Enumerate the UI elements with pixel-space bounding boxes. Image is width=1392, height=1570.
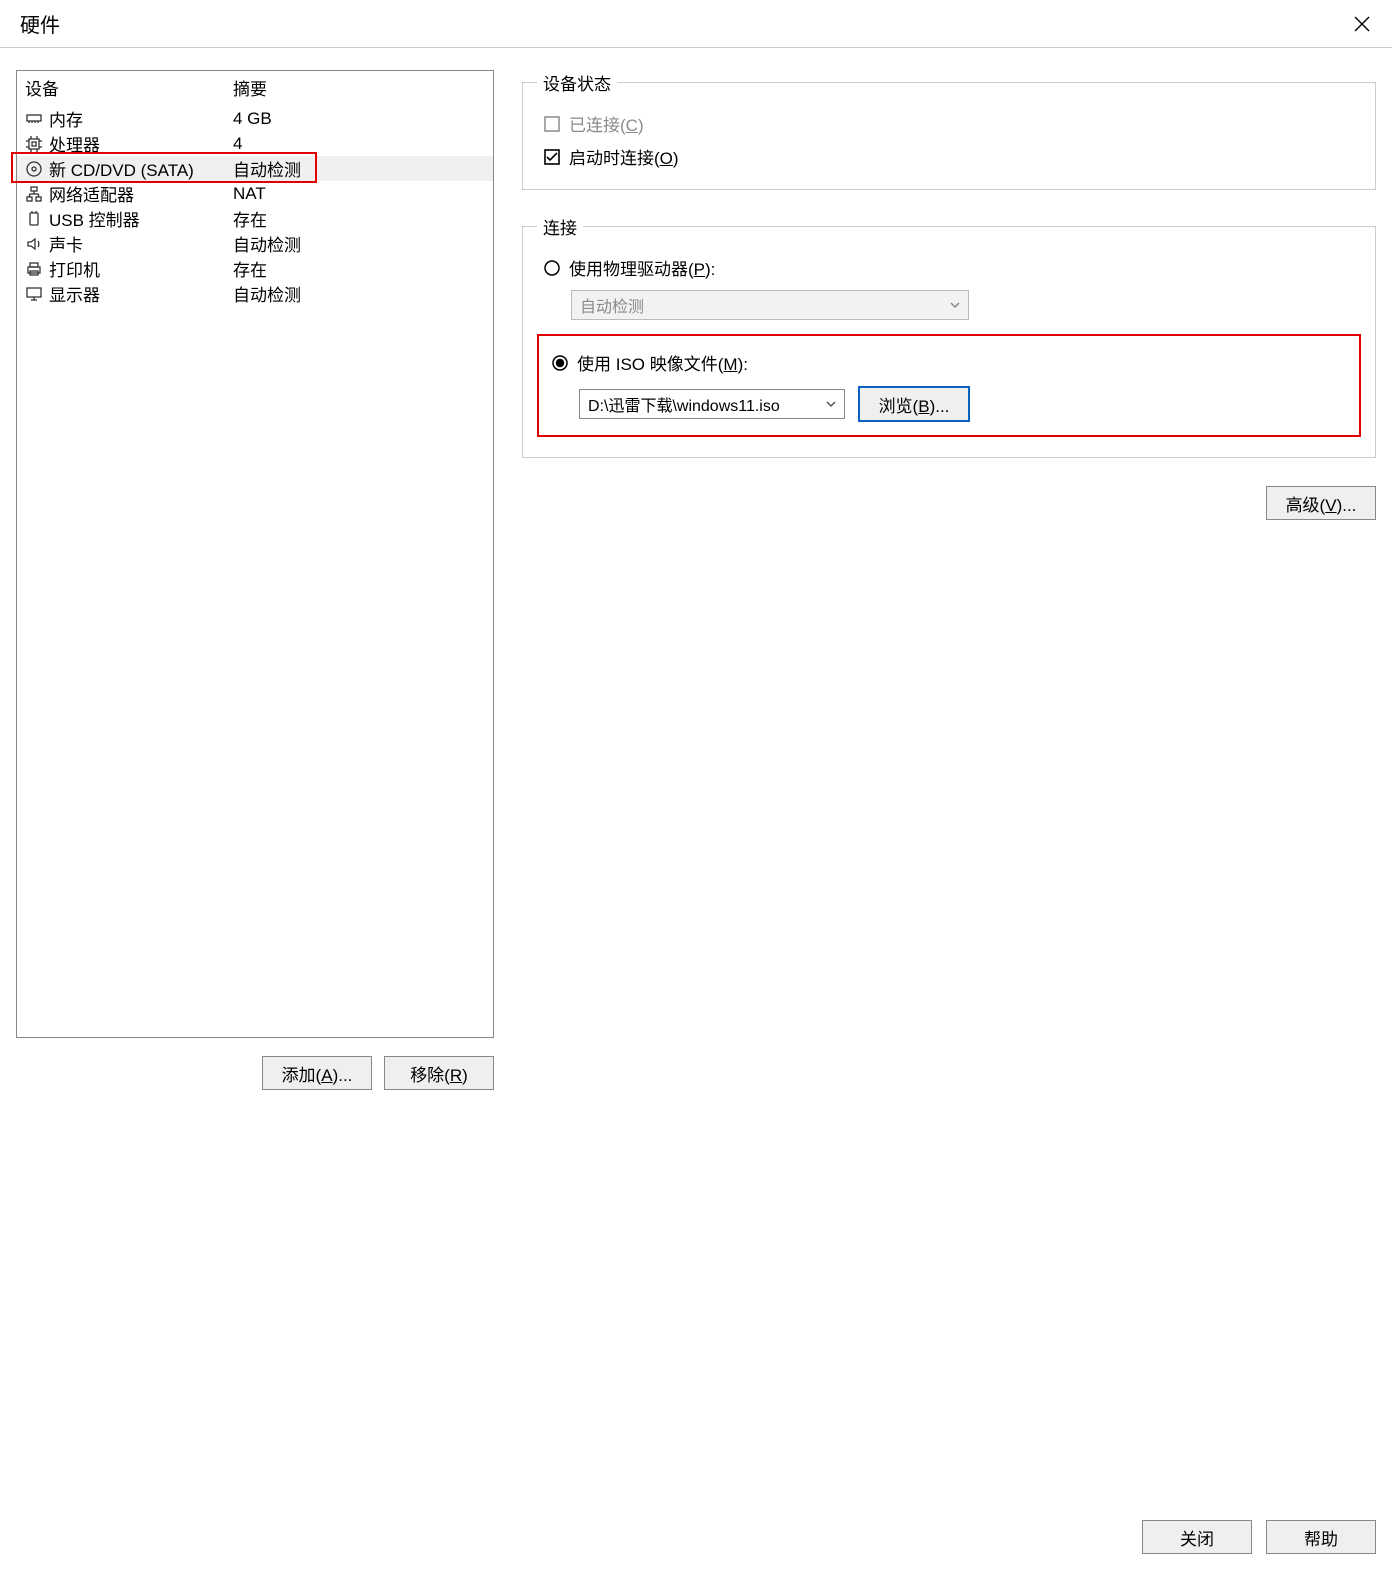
- radio-unchecked-icon: [543, 259, 561, 277]
- connect-at-poweron-checkbox[interactable]: 启动时连接(O): [543, 140, 1361, 173]
- device-row-network[interactable]: 网络适配器 NAT: [17, 181, 493, 206]
- device-row-usb[interactable]: USB 控制器 存在: [17, 206, 493, 231]
- checkbox-checked-icon: [543, 148, 561, 166]
- printer-icon: [25, 260, 43, 278]
- summary-header: 摘要: [233, 75, 485, 100]
- close-button[interactable]: 关闭: [1142, 1520, 1252, 1554]
- connection-group: 连接 使用物理驱动器(P): 自动检测: [522, 214, 1376, 458]
- window-title: 硬件: [20, 9, 60, 38]
- browse-button[interactable]: 浏览(B)...: [859, 387, 969, 421]
- iso-path-field[interactable]: D:\迅雷下载\windows11.iso: [579, 389, 845, 419]
- radio-checked-icon: [551, 354, 569, 372]
- cpu-icon: [25, 135, 43, 153]
- physical-drive-dropdown: 自动检测: [571, 290, 969, 320]
- device-row-printer[interactable]: 打印机 存在: [17, 256, 493, 281]
- device-row-cddvd[interactable]: 新 CD/DVD (SATA) 自动检测: [17, 156, 493, 181]
- usb-icon: [25, 210, 43, 228]
- physical-drive-radio[interactable]: 使用物理驱动器(P):: [543, 251, 1361, 284]
- help-button[interactable]: 帮助: [1266, 1520, 1376, 1554]
- chevron-down-icon: [824, 397, 838, 411]
- iso-file-radio[interactable]: 使用 ISO 映像文件(M):: [551, 346, 1349, 379]
- add-button[interactable]: 添加(A)...: [262, 1056, 372, 1090]
- advanced-button[interactable]: 高级(V)...: [1266, 486, 1376, 520]
- device-row-cpu[interactable]: 处理器 4: [17, 131, 493, 156]
- iso-highlight-box: 使用 ISO 映像文件(M): D:\迅雷下载\windows11.iso 浏览…: [537, 334, 1361, 437]
- disc-icon: [25, 160, 43, 178]
- device-status-legend: 设备状态: [537, 70, 617, 95]
- sound-icon: [25, 235, 43, 253]
- checkbox-icon: [543, 115, 561, 133]
- connection-legend: 连接: [537, 214, 583, 239]
- chevron-down-icon: [948, 298, 962, 312]
- network-icon: [25, 185, 43, 203]
- device-row-sound[interactable]: 声卡 自动检测: [17, 231, 493, 256]
- device-row-display[interactable]: 显示器 自动检测: [17, 281, 493, 306]
- device-status-group: 设备状态 已连接(C): [522, 70, 1376, 190]
- display-icon: [25, 285, 43, 303]
- device-row-memory[interactable]: 内存 4 GB: [17, 106, 493, 131]
- connected-checkbox: 已连接(C): [543, 107, 1361, 140]
- device-header: 设备: [25, 75, 233, 100]
- memory-icon: [25, 110, 43, 128]
- close-icon[interactable]: [1332, 0, 1392, 48]
- remove-button[interactable]: 移除(R): [384, 1056, 494, 1090]
- device-list[interactable]: 设备 摘要 内存 4: [16, 70, 494, 1038]
